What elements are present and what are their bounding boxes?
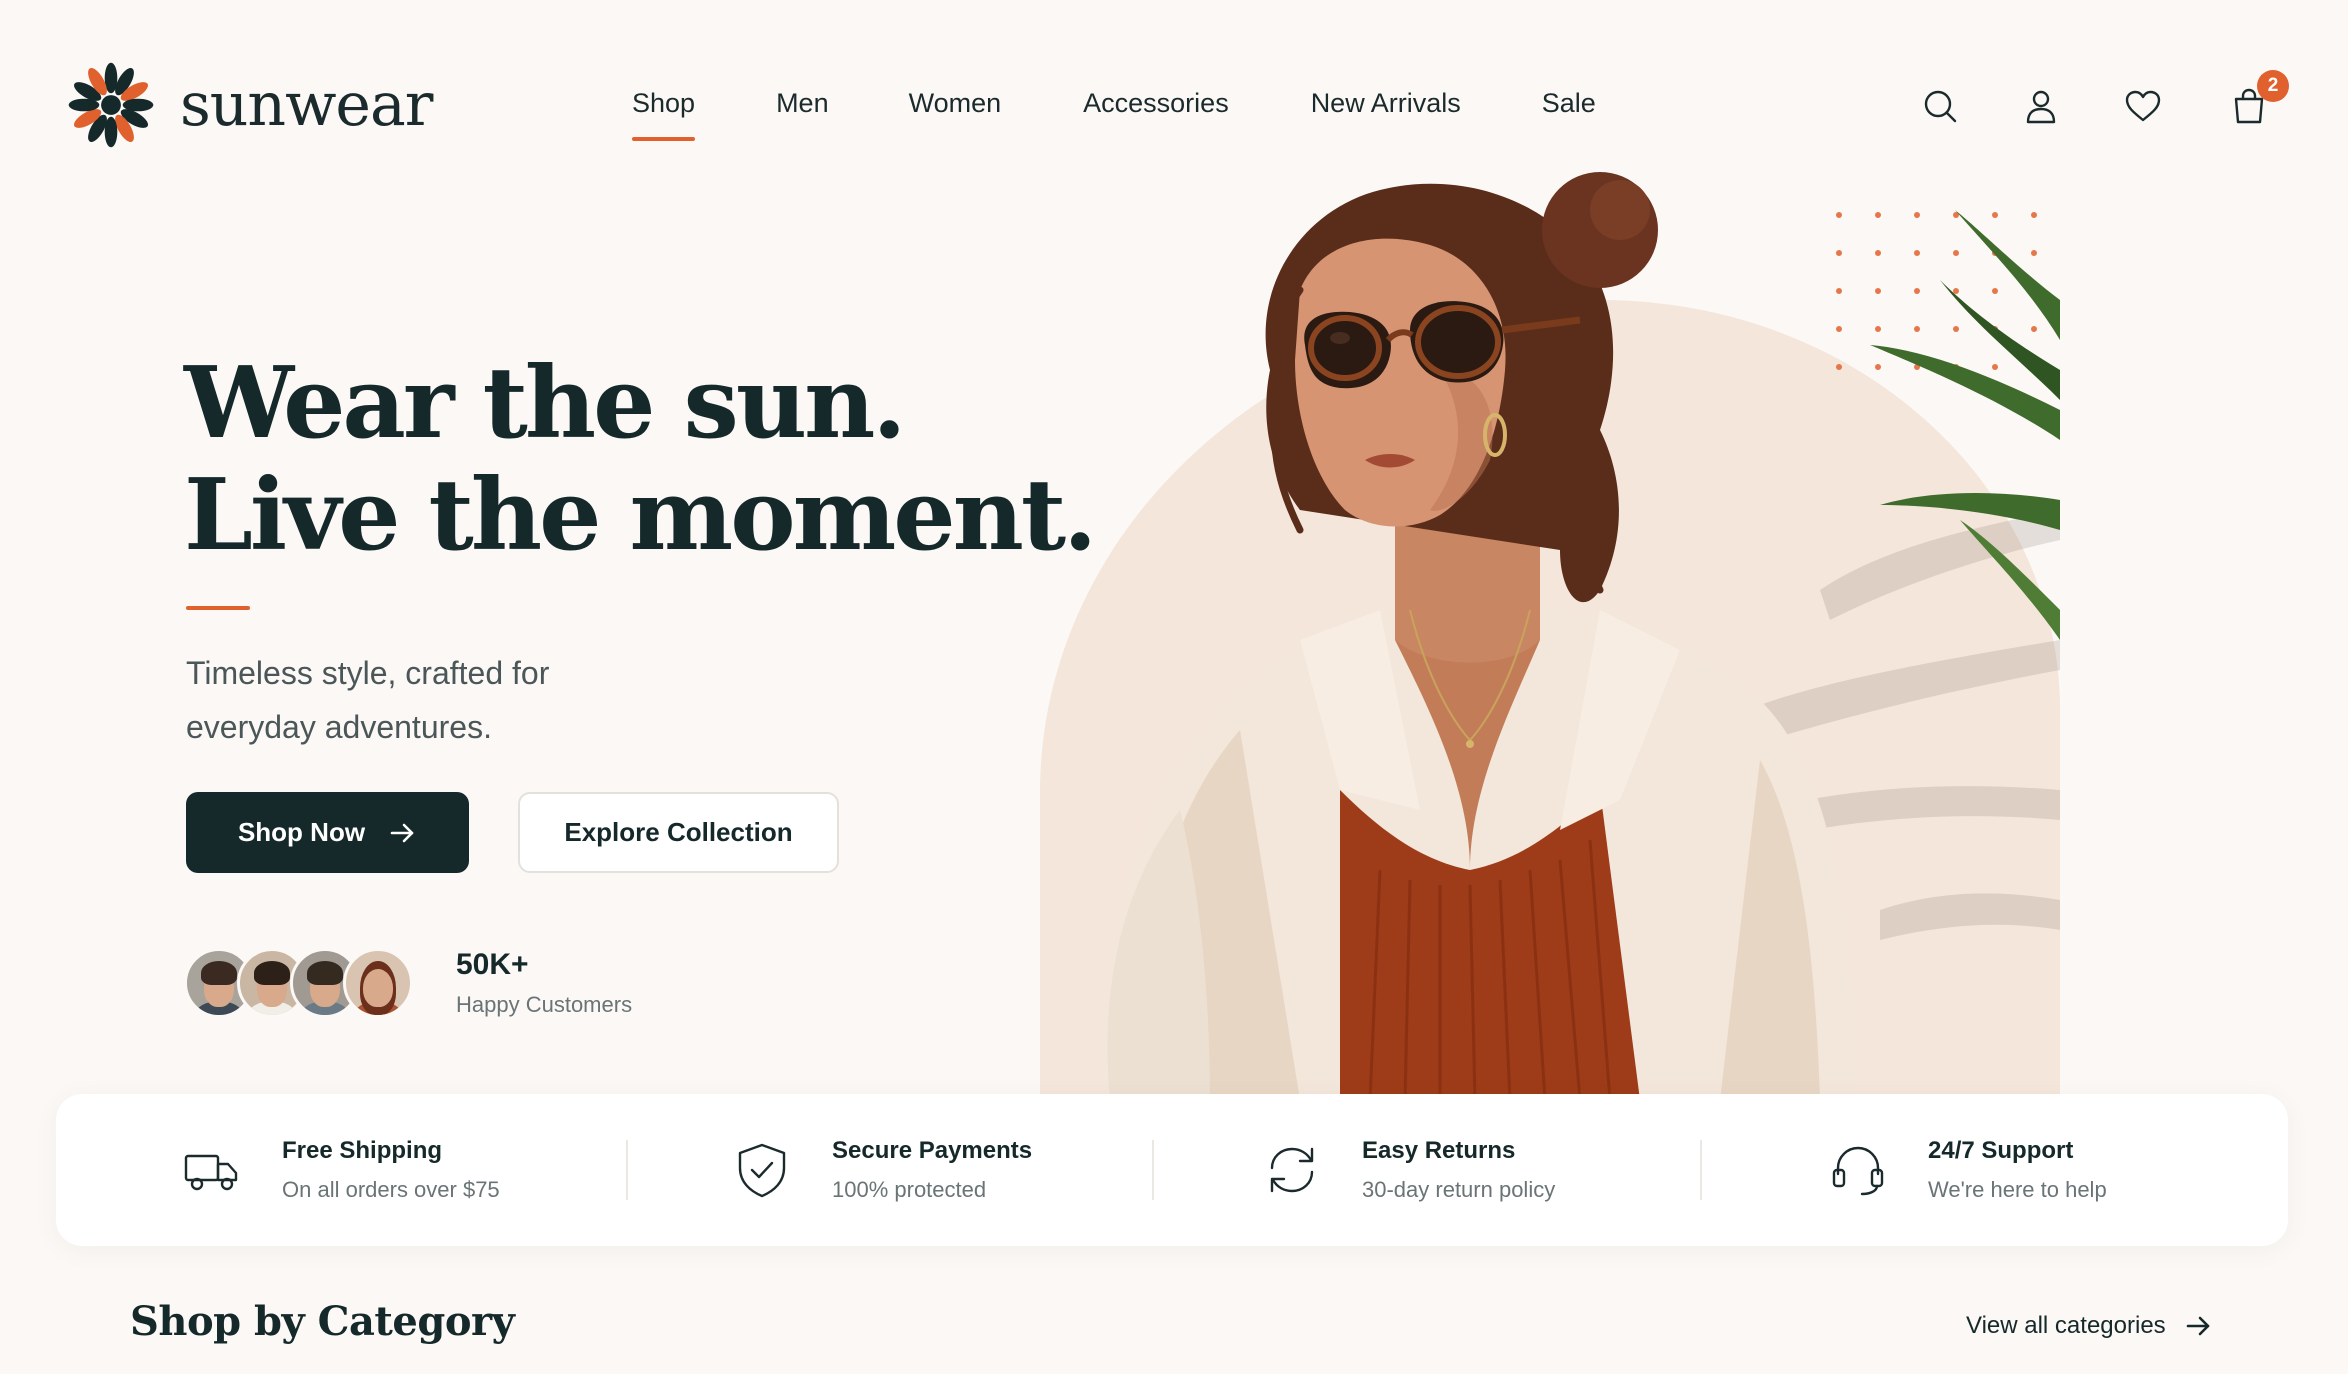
hero-model-image <box>1100 172 2060 1100</box>
shield-check-icon <box>738 1143 786 1198</box>
view-all-categories-link[interactable]: View all categories <box>1966 1312 2212 1340</box>
nav-item-shop[interactable]: Shop <box>632 88 696 141</box>
features-bar: Free Shipping On all orders over $75 Sec… <box>56 1094 2288 1246</box>
headset-icon <box>1832 1146 1884 1196</box>
view-all-label: View all categories <box>1966 1312 2166 1339</box>
feature-title: Easy Returns <box>1362 1137 1516 1164</box>
search-button[interactable] <box>1918 84 1962 128</box>
feature-title: Secure Payments <box>832 1137 1033 1164</box>
hero-title-line-2: Live the moment. <box>184 458 1097 573</box>
truck-icon <box>184 1154 238 1191</box>
explore-collection-button[interactable]: Explore Collection <box>518 792 839 873</box>
customer-count: 50K+ <box>456 948 529 981</box>
customer-avatars <box>184 948 413 1018</box>
user-icon <box>2026 90 2056 124</box>
shop-now-button[interactable]: Shop Now <box>186 792 469 873</box>
nav-item-accessories[interactable]: Accessories <box>1083 88 1229 141</box>
wishlist-button[interactable] <box>2121 84 2165 128</box>
nav-item-new-arrivals[interactable]: New Arrivals <box>1311 88 1461 141</box>
divider <box>626 1140 628 1200</box>
feature-secure-payments: Secure Payments 100% protected <box>732 1094 1032 1246</box>
divider <box>1700 1140 1702 1200</box>
feature-subtitle: 30-day return policy <box>1362 1177 1556 1202</box>
heart-icon <box>2125 90 2161 122</box>
feature-free-shipping: Free Shipping On all orders over $75 <box>182 1094 500 1246</box>
feature-title: Free Shipping <box>282 1137 443 1164</box>
hero-title-line-1: Wear the sun. <box>184 346 906 461</box>
nav-item-women[interactable]: Women <box>909 88 1002 141</box>
feature-subtitle: We're here to help <box>1928 1177 2107 1202</box>
section-title-shop-by-category: Shop by Category <box>130 1298 515 1345</box>
hero-accent-line <box>186 606 250 610</box>
hero-title: Wear the sun. Live the moment. <box>184 346 1097 573</box>
page: sunwear Shop Men Women Accessories New A… <box>0 0 2348 1374</box>
shop-now-label: Shop Now <box>237 817 366 847</box>
cart-count-badge: 2 <box>2257 70 2289 102</box>
cart-button[interactable]: 2 <box>2227 70 2289 128</box>
search-icon <box>1924 90 1957 123</box>
sunflower-logo-icon <box>68 62 154 148</box>
brand-name: sunwear <box>180 70 433 140</box>
main-nav: Shop Men Women Accessories New Arrivals … <box>632 88 1596 141</box>
hero-subtitle: Timeless style, crafted for everyday adv… <box>186 655 550 745</box>
feature-title: 24/7 Support <box>1928 1137 2074 1164</box>
refresh-icon <box>1270 1147 1314 1193</box>
feature-subtitle: 100% protected <box>832 1177 987 1202</box>
divider <box>1152 1140 1154 1200</box>
brand-logo[interactable]: sunwear <box>66 60 433 150</box>
account-button[interactable] <box>2019 84 2063 128</box>
feature-easy-returns: Easy Returns 30-day return policy <box>1262 1094 1555 1246</box>
arrow-right-icon <box>390 823 414 842</box>
feature-support: 24/7 Support We're here to help <box>1828 1094 2107 1246</box>
customer-count-label: Happy Customers <box>456 992 633 1017</box>
header-actions: 2 <box>1918 70 2289 128</box>
nav-item-men[interactable]: Men <box>776 88 829 141</box>
feature-subtitle: On all orders over $75 <box>282 1177 500 1202</box>
arrow-right-icon <box>2186 1316 2209 1336</box>
nav-item-sale[interactable]: Sale <box>1542 88 1596 141</box>
avatar <box>343 948 413 1018</box>
